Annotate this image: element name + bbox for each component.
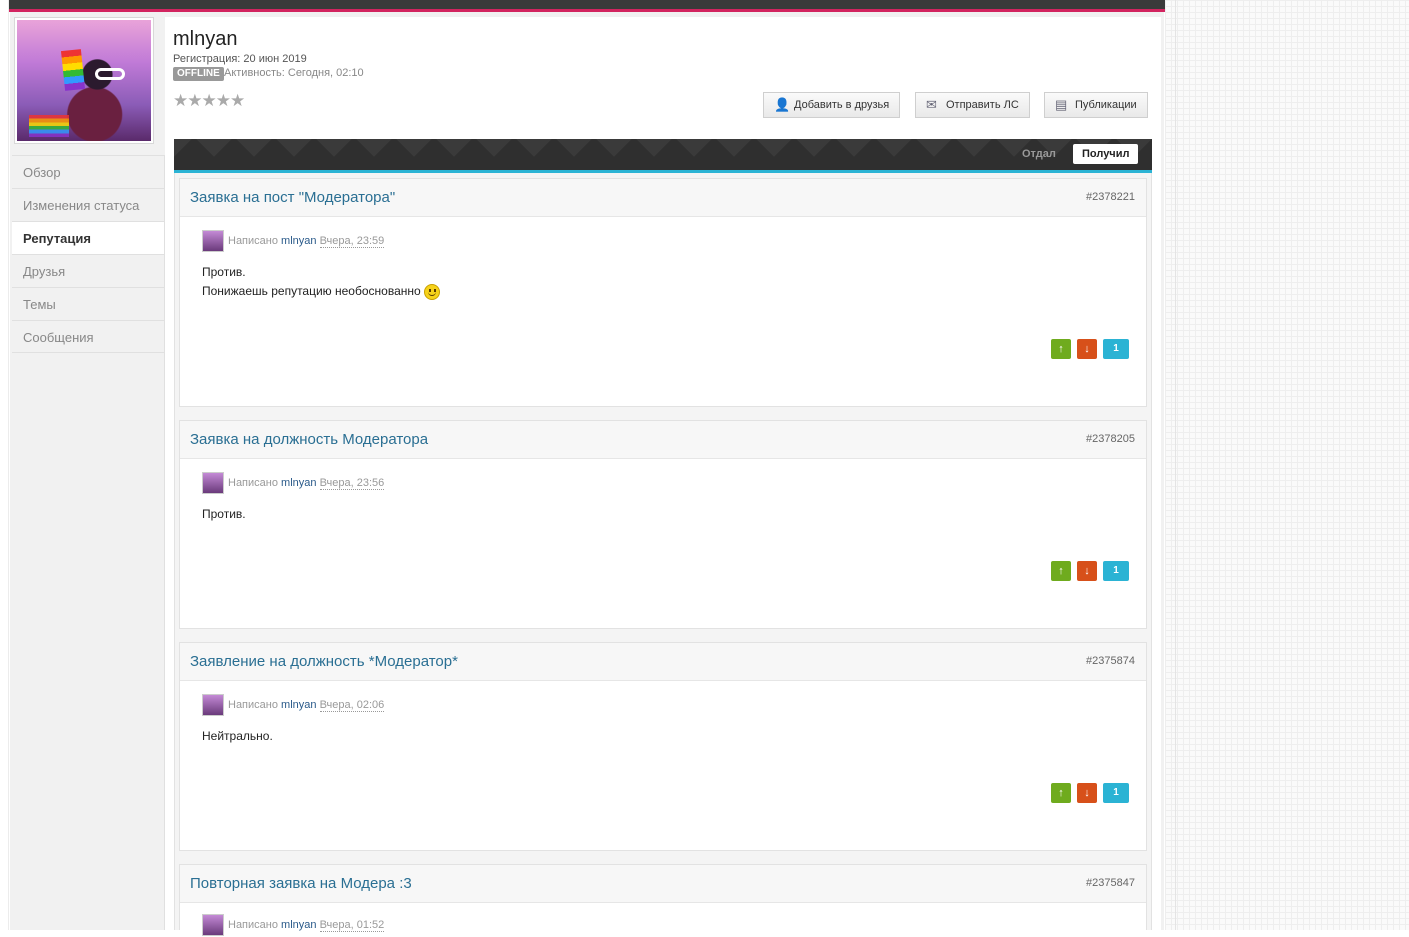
arrow-down-icon[interactable]: ↓ (1077, 561, 1097, 581)
entry-meta: Написано mlnyan Вчера, 01:52 (202, 913, 385, 937)
add-friend-label: Добавить в друзья (794, 99, 890, 111)
author-avatar[interactable] (202, 694, 224, 717)
entry-meta: Написано mlnyan Вчера, 23:59 (202, 229, 385, 253)
sidebar-item-friends[interactable]: Друзья (12, 254, 165, 287)
entry-id-link[interactable]: #2378221 (1086, 179, 1135, 216)
arrow-down-icon[interactable]: ↓ (1077, 339, 1097, 359)
author-link[interactable]: mlnyan (281, 919, 316, 931)
entry-title-link[interactable]: Заявка на пост "Модератора" (190, 189, 395, 206)
tab-given[interactable]: Отдал (1013, 144, 1065, 164)
entry-header: Повторная заявка на Модера :3 #2375847 (180, 865, 1146, 903)
reputation-count: 1 (1103, 561, 1129, 581)
author-avatar[interactable] (202, 230, 224, 253)
background-divider (1175, 0, 1176, 930)
send-pm-button[interactable]: ✉ Отправить ЛС (915, 92, 1030, 118)
entry-title-link[interactable]: Повторная заявка на Модера :3 (190, 875, 412, 892)
written-label: Написано (228, 477, 278, 489)
entry-date: Вчера, 23:56 (319, 477, 385, 490)
profile-username: mlnyan (173, 28, 238, 50)
reputation-entry: Заявка на должность Модератора #2378205 … (179, 420, 1147, 629)
author-link[interactable]: mlnyan (281, 477, 316, 489)
reputation-controls: ↑ ↓ 1 (1045, 339, 1129, 359)
reputation-count: 1 (1103, 783, 1129, 803)
reputation-entry: Заявление на должность *Модератор* #2375… (179, 642, 1147, 851)
entry-header: Заявка на должность Модератора #2378205 (180, 421, 1146, 459)
smile-emoticon-icon (424, 283, 441, 300)
rainbow-flag-icon (60, 49, 86, 91)
last-activity: Активность: Сегодня, 02:10 (224, 67, 364, 79)
sidebar-item-overview[interactable]: Обзор (12, 155, 165, 188)
entry-text: Против. (202, 265, 246, 279)
entry-id-link[interactable]: #2378205 (1086, 421, 1135, 458)
envelope-icon: ✉ (926, 97, 937, 112)
star-icon[interactable]: ★ (202, 92, 217, 109)
arrow-up-icon[interactable]: ↑ (1051, 339, 1071, 359)
left-gutter (0, 0, 9, 930)
avatar-photo (17, 20, 151, 141)
entry-header: Заявление на должность *Модератор* #2375… (180, 643, 1146, 681)
entry-body: Против. Понижаешь репутацию необоснованн… (202, 263, 441, 301)
send-pm-label: Отправить ЛС (946, 99, 1019, 111)
entry-text: Против. (202, 507, 246, 521)
tab-received[interactable]: Получил (1073, 144, 1139, 164)
reputation-entry: Повторная заявка на Модера :3 #2375847 Н… (179, 864, 1147, 937)
document-icon: ▤ (1055, 97, 1068, 112)
arrow-up-icon[interactable]: ↑ (1051, 783, 1071, 803)
profile-avatar[interactable] (14, 17, 154, 144)
entry-title-link[interactable]: Заявление на должность *Модератор* (190, 653, 458, 670)
add-friend-button[interactable]: 👤 Добавить в друзья (763, 92, 901, 118)
written-label: Написано (228, 919, 278, 931)
page-background (1165, 0, 1409, 930)
rainbow-flag-icon (29, 115, 69, 137)
entry-title-link[interactable]: Заявка на должность Модератора (190, 431, 428, 448)
written-label: Написано (228, 235, 278, 247)
sidebar-item-status-changes[interactable]: Изменения статуса (12, 188, 165, 221)
star-icon[interactable]: ★ (216, 92, 231, 109)
reputation-controls: ↑ ↓ 1 (1045, 561, 1129, 581)
sidebar-item-messages[interactable]: Сообщения (12, 320, 165, 353)
glasses-shape (95, 68, 125, 80)
written-label: Написано (228, 699, 278, 711)
entry-body: Против. (202, 505, 246, 524)
reputation-count: 1 (1103, 339, 1129, 359)
entry-meta: Написано mlnyan Вчера, 02:06 (202, 693, 385, 717)
sidebar-item-reputation[interactable]: Репутация (12, 221, 165, 254)
reputation-tabbar (174, 139, 1152, 170)
author-avatar[interactable] (202, 472, 224, 495)
star-icon[interactable]: ★ (187, 92, 202, 109)
reputation-entry: Заявка на пост "Модератора" #2378221 Нап… (179, 178, 1147, 407)
entry-meta: Написано mlnyan Вчера, 23:56 (202, 471, 385, 495)
status-badge: OFFLINE (173, 67, 224, 81)
add-user-icon: 👤 (774, 97, 791, 112)
entry-date: Вчера, 23:59 (319, 235, 385, 248)
author-link[interactable]: mlnyan (281, 699, 316, 711)
entry-id-link[interactable]: #2375847 (1086, 865, 1135, 902)
publications-label: Публикации (1075, 99, 1137, 111)
entry-text: Нейтрально. (202, 729, 273, 743)
registration-date: Регистрация: 20 июн 2019 (173, 53, 307, 65)
entry-header: Заявка на пост "Модератора" #2378221 (180, 179, 1146, 217)
entry-date: Вчера, 01:52 (319, 919, 385, 932)
entry-text: Понижаешь репутацию необоснованно (202, 282, 441, 301)
sidebar-nav: Обзор Изменения статуса Репутация Друзья… (12, 155, 165, 353)
entry-date: Вчера, 02:06 (319, 699, 385, 712)
sidebar-item-topics[interactable]: Темы (12, 287, 165, 320)
author-link[interactable]: mlnyan (281, 235, 316, 247)
star-icon[interactable]: ★ (173, 92, 188, 109)
reputation-controls: ↑ ↓ 1 (1045, 783, 1129, 803)
arrow-up-icon[interactable]: ↑ (1051, 561, 1071, 581)
publications-button[interactable]: ▤ Публикации (1044, 92, 1148, 118)
author-avatar[interactable] (202, 914, 224, 937)
star-icon[interactable]: ★ (230, 92, 245, 109)
entry-text-line: Понижаешь репутацию необоснованно (202, 284, 421, 298)
arrow-down-icon[interactable]: ↓ (1077, 783, 1097, 803)
top-bar (9, 0, 1165, 9)
entry-body: Нейтрально. (202, 727, 273, 746)
rating-stars[interactable]: ★★★★★ (173, 92, 245, 109)
entry-id-link[interactable]: #2375874 (1086, 643, 1135, 680)
